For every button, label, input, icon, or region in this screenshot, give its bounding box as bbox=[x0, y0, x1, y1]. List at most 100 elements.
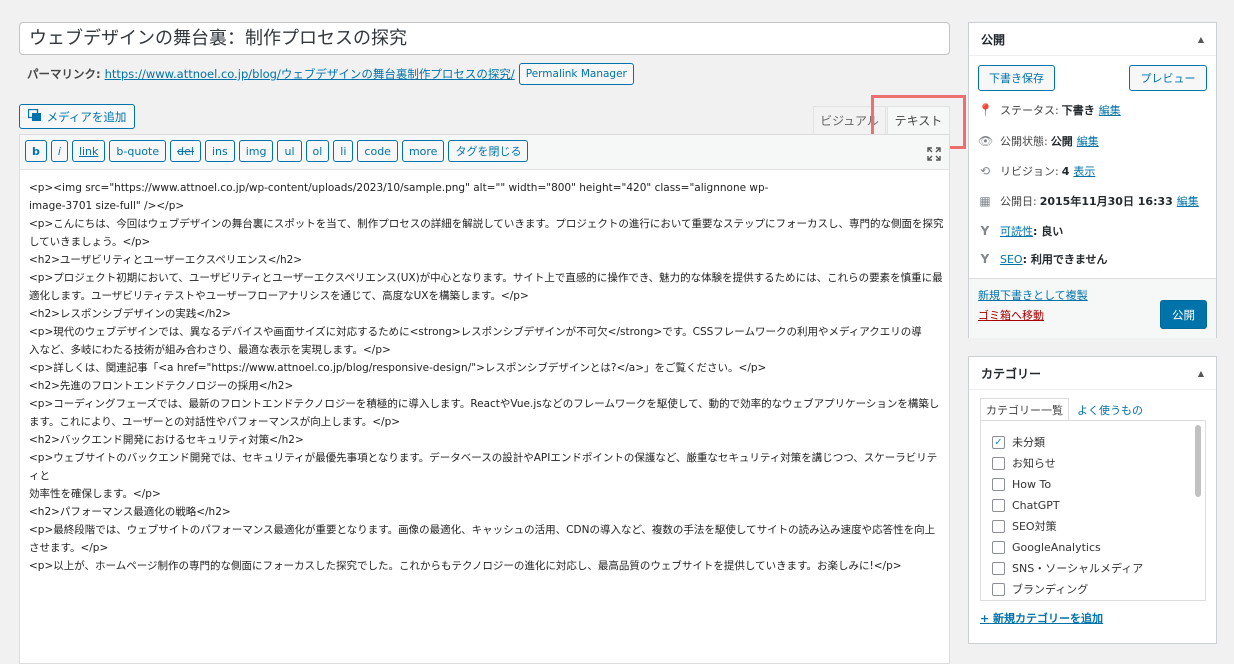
tab-most-used[interactable]: よく使うもの bbox=[1069, 398, 1148, 421]
content-line: <h2>バックエンド開発におけるセキュリティ対策</h2> bbox=[29, 434, 304, 446]
category-item[interactable]: ChatGPT bbox=[992, 497, 1060, 513]
quicktag-img-button[interactable]: img bbox=[238, 140, 274, 162]
content-line: <h2>レスポンシブデザインの実践</h2> bbox=[29, 308, 231, 320]
content-line: <p>こんにちは、今回はウェブデザインの舞台裏にスポットを当て、制作プロセスの詳… bbox=[29, 218, 944, 230]
seo-link[interactable]: SEO bbox=[1000, 253, 1023, 266]
status-row: 📍 ステータス: 下書き 編集 bbox=[978, 102, 1121, 118]
copy-to-new-draft-link[interactable]: 新規下書きとして複製 bbox=[978, 287, 1088, 303]
category-label: GoogleAnalytics bbox=[1012, 540, 1101, 554]
permalink-row: パーマリンク: https://www.attnoel.co.jp/blog/ウ… bbox=[27, 63, 634, 85]
text-editor[interactable]: b i link b-quote del ins img ul ol li code more タグを閉… bbox=[19, 134, 950, 664]
status-edit-link[interactable]: 編集 bbox=[1099, 102, 1121, 118]
add-media-label: メディアを追加 bbox=[46, 109, 127, 124]
tab-all-categories[interactable]: カテゴリー一覧 bbox=[980, 398, 1069, 421]
category-checkbox[interactable]: ✓ bbox=[992, 435, 1005, 449]
category-item[interactable]: GoogleAnalytics bbox=[992, 539, 1101, 555]
quicktag-more-button[interactable]: more bbox=[401, 140, 445, 162]
category-scrollbar[interactable] bbox=[1195, 425, 1201, 497]
category-checkbox[interactable] bbox=[992, 582, 1005, 596]
content-line: 効率性を確保します。</p> bbox=[29, 488, 161, 500]
date-edit-link[interactable]: 編集 bbox=[1177, 193, 1199, 209]
category-item[interactable]: ✓ 未分類 bbox=[992, 434, 1045, 450]
permalink-url-link[interactable]: https://www.attnoel.co.jp/blog/ウェブデザインの舞… bbox=[105, 66, 515, 82]
content-line: <p>以上が、ホームページ制作の専門的な側面にフォーカスした探究でした。これから… bbox=[29, 560, 902, 572]
content-line: <h2>先進のフロントエンドテクノロジーの採用</h2> bbox=[29, 380, 294, 392]
quicktag-ul-button[interactable]: ul bbox=[277, 140, 302, 162]
category-item[interactable]: ブランディング bbox=[992, 581, 1088, 597]
category-item[interactable]: How To bbox=[992, 476, 1051, 492]
quicktag-code-button[interactable]: code bbox=[357, 140, 398, 162]
quicktags-toolbar: b i link b-quote del ins img ul ol li code more タグを閉… bbox=[20, 135, 949, 170]
post-content-textarea[interactable]: <p><img src="https://www.attnoel.co.jp/w… bbox=[29, 179, 944, 575]
revisions-view-link[interactable]: 表示 bbox=[1073, 163, 1095, 179]
add-new-category-link[interactable]: + 新規カテゴリーを追加 bbox=[980, 610, 1103, 626]
content-line: していきましょう。</p> bbox=[29, 236, 151, 248]
permalink-label: パーマリンク: bbox=[27, 67, 101, 81]
category-panel-header[interactable]: カテゴリー ▲ bbox=[969, 357, 1216, 390]
save-draft-button[interactable]: 下書き保存 bbox=[978, 65, 1055, 91]
yoast-readability-icon: Y bbox=[980, 224, 990, 238]
readability-link[interactable]: 可読性 bbox=[1000, 223, 1033, 239]
tab-text[interactable]: テキスト bbox=[887, 106, 950, 134]
category-checkbox[interactable] bbox=[992, 456, 1005, 470]
yoast-seo-icon: Y bbox=[980, 252, 990, 266]
quicktag-ins-button[interactable]: ins bbox=[204, 140, 235, 162]
tab-visual[interactable]: ビジュアル bbox=[813, 106, 886, 134]
visibility-edit-link[interactable]: 編集 bbox=[1077, 133, 1099, 149]
publish-panel: 公開 ▲ 下書き保存 プレビュー 📍 ステータス: 下書き 編集 👁 公開状態:… bbox=[968, 22, 1217, 338]
category-label: ChatGPT bbox=[1012, 498, 1060, 512]
content-line: <p><img src="https://www.attnoel.co.jp/w… bbox=[29, 182, 769, 194]
add-media-button[interactable]: メディアを追加 bbox=[19, 104, 135, 129]
permalink-manager-button[interactable]: Permalink Manager bbox=[518, 63, 634, 85]
quicktag-i-button[interactable]: i bbox=[50, 140, 68, 162]
category-checkbox[interactable] bbox=[992, 540, 1005, 554]
eye-icon: 👁 bbox=[978, 134, 994, 148]
content-line: <p>プロジェクト初期において、ユーザビリティとユーザーエクスペリエンス(UX)… bbox=[29, 272, 943, 284]
category-panel: カテゴリー ▲ カテゴリー一覧 よく使うもの ✓ 未分類お知らせ How To Cha… bbox=[968, 356, 1217, 644]
content-line: ます。これにより、ユーザーとの対話性やパフォーマンスが向上します。</p> bbox=[29, 416, 401, 428]
category-label: お知らせ bbox=[1012, 457, 1056, 470]
content-line: image-3701 size-full" /></p> bbox=[29, 200, 185, 212]
quicktag-ol-button[interactable]: ol bbox=[305, 140, 330, 162]
content-line: <p>コーディングフェーズでは、最新のフロントエンドテクノロジーを積極的に導入し… bbox=[29, 398, 940, 410]
publish-panel-title: 公開 bbox=[981, 32, 1006, 47]
post-title-input[interactable]: ウェブデザインの舞台裏：制作プロセスの探究 bbox=[19, 22, 950, 55]
category-label: ブランディング bbox=[1012, 583, 1089, 596]
collapse-arrow-icon[interactable]: ▲ bbox=[1198, 369, 1204, 378]
content-line: <h2>ユーザビリティとユーザーエクスペリエンス</h2> bbox=[29, 254, 303, 266]
category-item[interactable]: SEO対策 bbox=[992, 518, 1057, 534]
category-item[interactable]: SNS・ソーシャルメディア bbox=[992, 560, 1143, 576]
content-line: <p>ウェブサイトのバックエンド開発では、セキュリティが最優先事項となります。デ… bbox=[29, 452, 938, 482]
move-to-trash-link[interactable]: ゴミ箱へ移動 bbox=[978, 307, 1044, 323]
fullscreen-expand-icon[interactable] bbox=[927, 147, 941, 161]
category-label: How To bbox=[1012, 477, 1052, 491]
category-checkbox[interactable] bbox=[992, 477, 1005, 491]
visibility-row: 👁 公開状態: 公開 編集 bbox=[978, 133, 1099, 149]
quicktag-b-quote-button[interactable]: b-quote bbox=[109, 140, 167, 162]
publish-date-row: ▦ 公開日: 2015年11月30日 16:33 編集 bbox=[979, 193, 1199, 209]
content-line: <p>詳しくは、関連記事「<a href="https://www.attnoe… bbox=[29, 362, 767, 374]
publish-button[interactable]: 公開 bbox=[1160, 300, 1207, 329]
category-checkbox[interactable] bbox=[992, 561, 1005, 575]
content-line: 入など、多岐にわたる技術が組み合わさり、最適な表示を実現します。</p> bbox=[29, 344, 391, 356]
category-checkbox[interactable] bbox=[992, 519, 1005, 533]
collapse-arrow-icon[interactable]: ▲ bbox=[1198, 35, 1204, 44]
revisions-row: ⟲ リビジョン: 4 表示 bbox=[979, 163, 1096, 179]
category-item[interactable]: お知らせ bbox=[992, 455, 1056, 471]
category-panel-title: カテゴリー bbox=[981, 366, 1042, 381]
category-label: SNS・ソーシャルメディア bbox=[1012, 562, 1144, 575]
quicktag-li-button[interactable]: li bbox=[333, 140, 354, 162]
quicktag-link-button[interactable]: link bbox=[71, 140, 106, 162]
content-line: 適化します。ユーザビリティテストやユーザーフローアナリシスを通じて、高度なUXを… bbox=[29, 290, 529, 302]
readability-row: Y 可読性 : 良い bbox=[978, 222, 1064, 240]
content-line: <p>現代のウェブデザインでは、異なるデバイスや画面サイズに対応するために<st… bbox=[29, 326, 922, 338]
quicktag-del-button[interactable]: del bbox=[170, 140, 201, 162]
seo-row: Y SEO : 利用できません bbox=[978, 250, 1108, 268]
publish-panel-header[interactable]: 公開 ▲ bbox=[969, 23, 1216, 56]
quicktag-close-tags-button[interactable]: タグを閉じる bbox=[448, 140, 529, 162]
category-label: 未分類 bbox=[1012, 436, 1045, 449]
quicktag-b-button[interactable]: b bbox=[25, 140, 47, 162]
history-icon: ⟲ bbox=[979, 164, 991, 178]
category-checkbox[interactable] bbox=[992, 498, 1005, 512]
preview-button[interactable]: プレビュー bbox=[1129, 65, 1207, 91]
